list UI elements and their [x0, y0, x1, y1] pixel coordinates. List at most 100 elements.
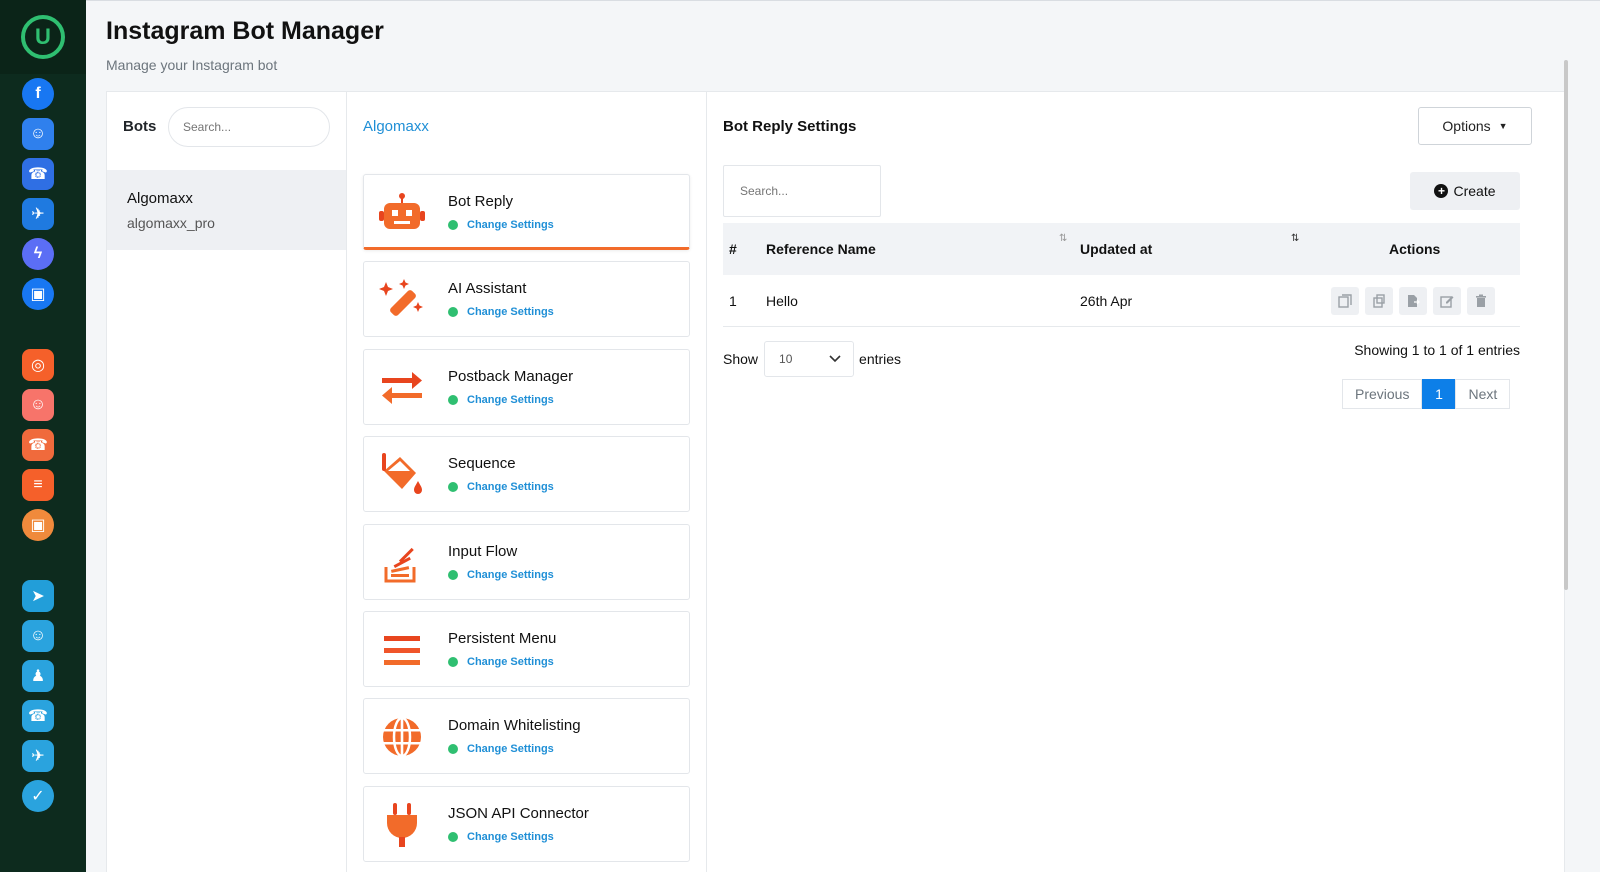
- options-button[interactable]: Options ▼: [1418, 107, 1532, 145]
- change-settings-link[interactable]: Change Settings: [448, 656, 554, 668]
- bot-manager-card: Bots Algomaxx algomaxx_pro Algomaxx Bot …: [106, 91, 1565, 872]
- previous-page-button[interactable]: Previous: [1342, 379, 1423, 409]
- ig-phone-book-icon[interactable]: ☎: [22, 429, 54, 461]
- paint-bucket-icon: [378, 451, 426, 499]
- table-search-input[interactable]: [723, 165, 881, 217]
- change-settings-label: Change Settings: [467, 306, 554, 319]
- status-dot-icon: [448, 657, 458, 667]
- caret-down-icon: ▼: [1498, 121, 1508, 131]
- ig-robot-icon[interactable]: ☺: [22, 389, 54, 421]
- bots-label: Bots: [123, 118, 157, 135]
- change-settings-label: Change Settings: [467, 481, 554, 494]
- menu-card-title: Sequence: [448, 455, 516, 473]
- bot-name: Algomaxx: [127, 190, 193, 207]
- menu-card-json-api-connector[interactable]: JSON API Connector Change Settings: [363, 785, 690, 862]
- page-subtitle: Manage your Instagram bot: [106, 57, 278, 73]
- sort-desc-icon[interactable]: ⇅: [1291, 233, 1299, 244]
- send-icon[interactable]: ✈: [22, 198, 54, 230]
- status-dot-icon: [448, 394, 458, 405]
- messenger-icon[interactable]: ϟ: [22, 238, 54, 270]
- change-settings-label: Change Settings: [467, 830, 554, 843]
- edit-icon[interactable]: [1433, 287, 1461, 315]
- row-updated-at: 26th Apr: [1080, 293, 1133, 309]
- app-logo[interactable]: U: [0, 0, 86, 74]
- page-1-button[interactable]: 1: [1422, 379, 1456, 409]
- menu-card-postback-manager[interactable]: Postback Manager Change Settings: [363, 348, 690, 425]
- copy-icon[interactable]: [1331, 287, 1359, 315]
- table-info: Showing 1 to 1 of 1 entries: [1354, 342, 1520, 358]
- page-size-select[interactable]: 10: [764, 341, 855, 377]
- main-area: Instagram Bot Manager Manage your Instag…: [86, 0, 1600, 872]
- change-settings-link[interactable]: Change Settings: [448, 569, 554, 581]
- status-dot-icon: [448, 307, 458, 318]
- status-dot-icon: [448, 831, 458, 842]
- phone-book-icon[interactable]: ☎: [22, 158, 54, 190]
- broadcast-icon[interactable]: ▣: [22, 278, 54, 310]
- arrows-exchange-icon: [378, 364, 426, 412]
- page-size-value: 10: [779, 352, 793, 366]
- change-settings-label: Change Settings: [467, 219, 554, 231]
- column-header-actions: Actions: [1389, 241, 1441, 257]
- status-dot-icon: [448, 220, 458, 230]
- menu-card-ai-assistant[interactable]: AI Assistant Change Settings: [363, 261, 690, 338]
- telegram-icon[interactable]: ➤: [22, 580, 54, 612]
- table-header: # Reference Name ⇅ Updated at ⇅ Actions: [723, 223, 1520, 275]
- create-button[interactable]: + Create: [1410, 172, 1520, 210]
- selected-bot-title[interactable]: Algomaxx: [363, 118, 429, 135]
- menu-card-title: Domain Whitelisting: [448, 717, 581, 735]
- group-icon[interactable]: ♟: [22, 660, 54, 692]
- change-settings-label: Change Settings: [467, 656, 554, 668]
- change-settings-label: Change Settings: [467, 393, 554, 406]
- column-header-updated-at[interactable]: Updated at: [1080, 241, 1152, 257]
- instagram-icon[interactable]: ◎: [22, 349, 54, 381]
- chevron-down-icon: [829, 355, 841, 363]
- create-label: Create: [1453, 183, 1496, 199]
- settings-panel: Bot Reply Settings Options ▼ + Create # …: [707, 92, 1566, 872]
- robot-icon[interactable]: ☺: [22, 118, 54, 150]
- menu-card-input-flow[interactable]: Input Flow Change Settings: [363, 523, 690, 600]
- status-dot-icon: [448, 569, 458, 580]
- logo-icon: U: [21, 15, 65, 59]
- export-icon[interactable]: [1399, 287, 1427, 315]
- next-page-button[interactable]: Next: [1455, 379, 1511, 409]
- change-settings-link[interactable]: Change Settings: [448, 743, 554, 755]
- trash-icon[interactable]: [1467, 287, 1495, 315]
- facebook-icon[interactable]: f: [22, 78, 54, 110]
- column-header-reference-name[interactable]: Reference Name: [766, 241, 876, 257]
- clone-icon[interactable]: [1365, 287, 1393, 315]
- show-label: Show: [723, 351, 759, 367]
- change-settings-link[interactable]: Change Settings: [448, 831, 554, 843]
- change-settings-link[interactable]: Change Settings: [448, 481, 554, 493]
- change-settings-label: Change Settings: [467, 743, 554, 756]
- page-scrollbar[interactable]: [1564, 60, 1568, 590]
- plug-icon: [378, 801, 426, 849]
- row-reference-name: Hello: [766, 293, 798, 309]
- tg-phone-book-icon[interactable]: ☎: [22, 700, 54, 732]
- tg-send-icon[interactable]: ✈: [22, 740, 54, 772]
- menu-card-title: Bot Reply: [448, 193, 514, 210]
- bots-panel: Bots Algomaxx algomaxx_pro: [107, 92, 347, 872]
- bots-search-input[interactable]: [168, 107, 330, 147]
- change-settings-link[interactable]: Change Settings: [448, 219, 554, 231]
- bot-list-item[interactable]: Algomaxx algomaxx_pro: [107, 170, 346, 250]
- tg-robot-icon[interactable]: ☺: [22, 620, 54, 652]
- menu-card-title: JSON API Connector: [448, 804, 589, 822]
- menu-card-title: AI Assistant: [448, 280, 527, 298]
- menu-card-title: Persistent Menu: [448, 630, 557, 647]
- change-settings-link[interactable]: Change Settings: [448, 394, 554, 406]
- ig-broadcast-icon[interactable]: ▣: [22, 509, 54, 541]
- stack-overflow-icon: [378, 539, 426, 587]
- menu-card-persistent-menu[interactable]: Persistent Menu Change Settings: [363, 611, 690, 687]
- bot-handle: algomaxx_pro: [127, 215, 215, 231]
- page-size-control: Show 10 entries: [723, 341, 901, 377]
- plus-circle-icon: +: [1434, 184, 1449, 198]
- chat-icon[interactable]: ≡: [22, 469, 54, 501]
- sort-icon[interactable]: ⇅: [1059, 233, 1067, 244]
- menu-card-bot-reply[interactable]: Bot Reply Change Settings: [363, 174, 690, 250]
- column-header-index: #: [729, 241, 737, 257]
- check-icon[interactable]: ✓: [22, 780, 54, 812]
- page-title: Instagram Bot Manager: [106, 17, 384, 45]
- change-settings-link[interactable]: Change Settings: [448, 306, 554, 318]
- menu-card-sequence[interactable]: Sequence Change Settings: [363, 436, 690, 513]
- menu-card-domain-whitelisting[interactable]: Domain Whitelisting Change Settings: [363, 698, 690, 775]
